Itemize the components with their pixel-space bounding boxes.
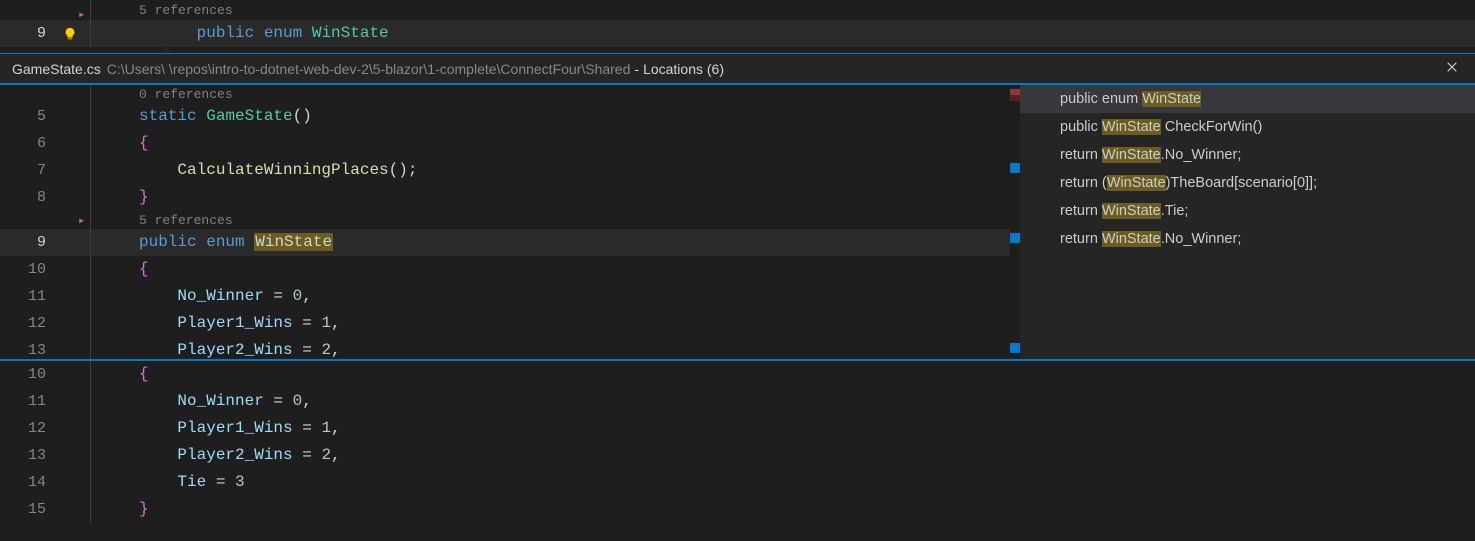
peek-locations-label: Locations (6): [643, 61, 724, 77]
code-line[interactable]: 9 public enum WinState: [0, 20, 1475, 47]
reference-item[interactable]: public WinState CheckForWin(): [1020, 113, 1475, 141]
code-line[interactable]: 11 No_Winner = 0,: [0, 388, 1475, 415]
reference-item[interactable]: public enum WinState: [1020, 85, 1475, 113]
peek-filename[interactable]: GameState.cs: [12, 61, 101, 77]
peek-pointer-icon: [160, 46, 172, 53]
peek-filepath: C:\Users\ \repos\intro-to-dotnet-web-dev…: [107, 61, 631, 77]
code-line[interactable]: 15}: [0, 496, 1475, 523]
peek-body: 0 references 5 static GameState() 6 { 7 …: [0, 83, 1475, 361]
peek-overview-ruler: [1010, 85, 1020, 359]
peek-references-list[interactable]: public enum WinStatepublic WinState Chec…: [1020, 85, 1475, 359]
error-marker-icon: ▸: [78, 208, 85, 235]
error-marker-icon: ▸: [78, 2, 85, 29]
close-icon[interactable]: [1441, 56, 1463, 81]
code-line[interactable]: 10{: [0, 361, 1475, 388]
code-line[interactable]: 14 Tie = 3: [0, 469, 1475, 496]
top-editor: ▸ 5 references 9 public enum WinState: [0, 0, 1475, 53]
reference-item[interactable]: return WinState.Tie;: [1020, 197, 1475, 225]
peek-code-editor[interactable]: 0 references 5 static GameState() 6 { 7 …: [0, 85, 1010, 359]
bottom-editor: 10{11 No_Winner = 0,12 Player1_Wins = 1,…: [0, 361, 1475, 523]
lightbulb-icon[interactable]: [61, 25, 79, 43]
code-line[interactable]: 13 Player2_Wins = 2,: [0, 442, 1475, 469]
line-number: 9: [0, 20, 60, 47]
code-line[interactable]: 12 Player1_Wins = 1,: [0, 415, 1475, 442]
reference-item[interactable]: return WinState.No_Winner;: [1020, 141, 1475, 169]
reference-item[interactable]: return WinState.No_Winner;: [1020, 225, 1475, 253]
reference-item[interactable]: return (WinState)TheBoard[scenario[0]];: [1020, 169, 1475, 197]
